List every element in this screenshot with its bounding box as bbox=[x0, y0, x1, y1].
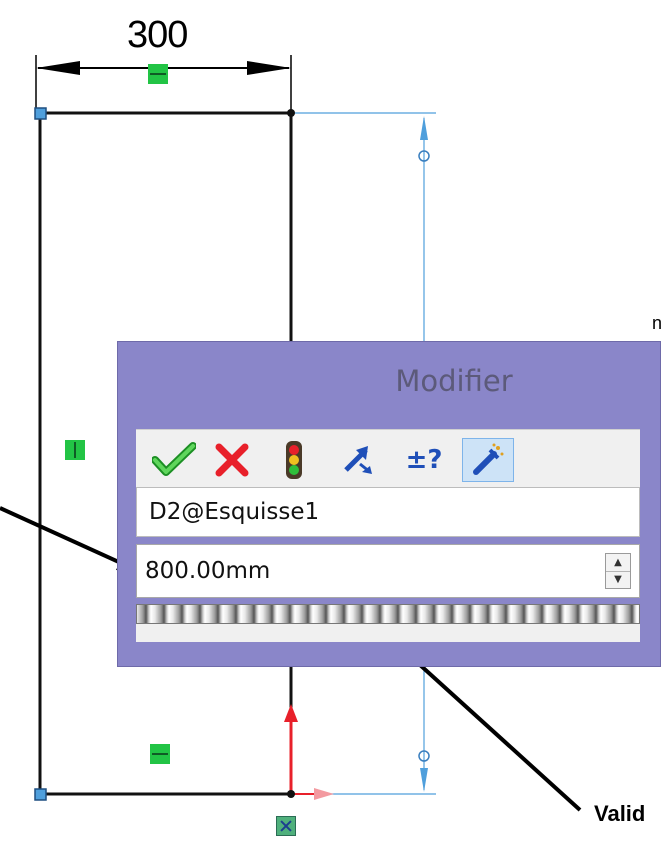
tolerance-button[interactable]: ±? bbox=[398, 438, 450, 482]
reverse-direction-icon bbox=[344, 446, 372, 474]
rebuild-button[interactable] bbox=[268, 438, 320, 482]
corner-point-top-right bbox=[287, 109, 295, 117]
reverse-direction-button[interactable] bbox=[332, 438, 384, 482]
partial-annotation-text: n bbox=[652, 313, 663, 333]
dimension-value-field[interactable]: ▲ ▼ bbox=[136, 544, 640, 598]
dimension-value-input[interactable] bbox=[137, 545, 585, 597]
mark-dimension-icon bbox=[473, 443, 504, 475]
spinner-down-icon[interactable]: ▼ bbox=[606, 571, 630, 588]
vertical-relation-icon[interactable] bbox=[65, 440, 85, 460]
corner-point-bottom-left bbox=[34, 788, 47, 801]
dialog-footer bbox=[136, 624, 640, 642]
value-spinner[interactable]: ▲ ▼ bbox=[605, 553, 631, 589]
fixed-relation-icon[interactable] bbox=[276, 816, 296, 836]
dimension-arrow-left bbox=[36, 61, 80, 75]
ok-button[interactable] bbox=[148, 438, 200, 482]
vertical-dim-arrow-bottom bbox=[420, 768, 428, 792]
traffic-light-icon bbox=[286, 441, 302, 479]
cancel-button[interactable] bbox=[206, 438, 258, 482]
corner-point-top-left bbox=[34, 107, 47, 120]
spinner-up-icon[interactable]: ▲ bbox=[606, 554, 630, 572]
corner-point-bottom-right bbox=[287, 790, 295, 798]
x-icon bbox=[215, 443, 249, 477]
vertical-dim-arrow-top bbox=[420, 116, 428, 140]
mark-dimension-button[interactable] bbox=[462, 438, 514, 482]
dialog-title: Modifier bbox=[395, 364, 513, 398]
origin-x-arrow bbox=[314, 788, 334, 800]
dialog-toolbar: ±? bbox=[136, 429, 640, 488]
check-icon bbox=[152, 442, 196, 476]
annotation-arrow-to-field-line bbox=[0, 506, 133, 570]
tolerance-label: ±? bbox=[405, 445, 443, 475]
dimension-arrow-right bbox=[247, 61, 291, 75]
modify-dimension-dialog[interactable]: Modifier ±? D2@Esquisse1 800.00mm ▲ ▼ bbox=[117, 341, 661, 667]
origin-y-arrow bbox=[284, 704, 298, 722]
horizontal-relation-icon-bottom[interactable] bbox=[150, 744, 170, 764]
dimension-value-300[interactable]: 300 bbox=[127, 16, 188, 54]
dimension-name-field[interactable]: D2@Esquisse1 bbox=[136, 487, 640, 537]
annotation-label-valid: Valid bbox=[594, 801, 646, 826]
thumbwheel-slider[interactable] bbox=[136, 604, 640, 624]
horizontal-relation-icon-top[interactable] bbox=[148, 64, 168, 84]
